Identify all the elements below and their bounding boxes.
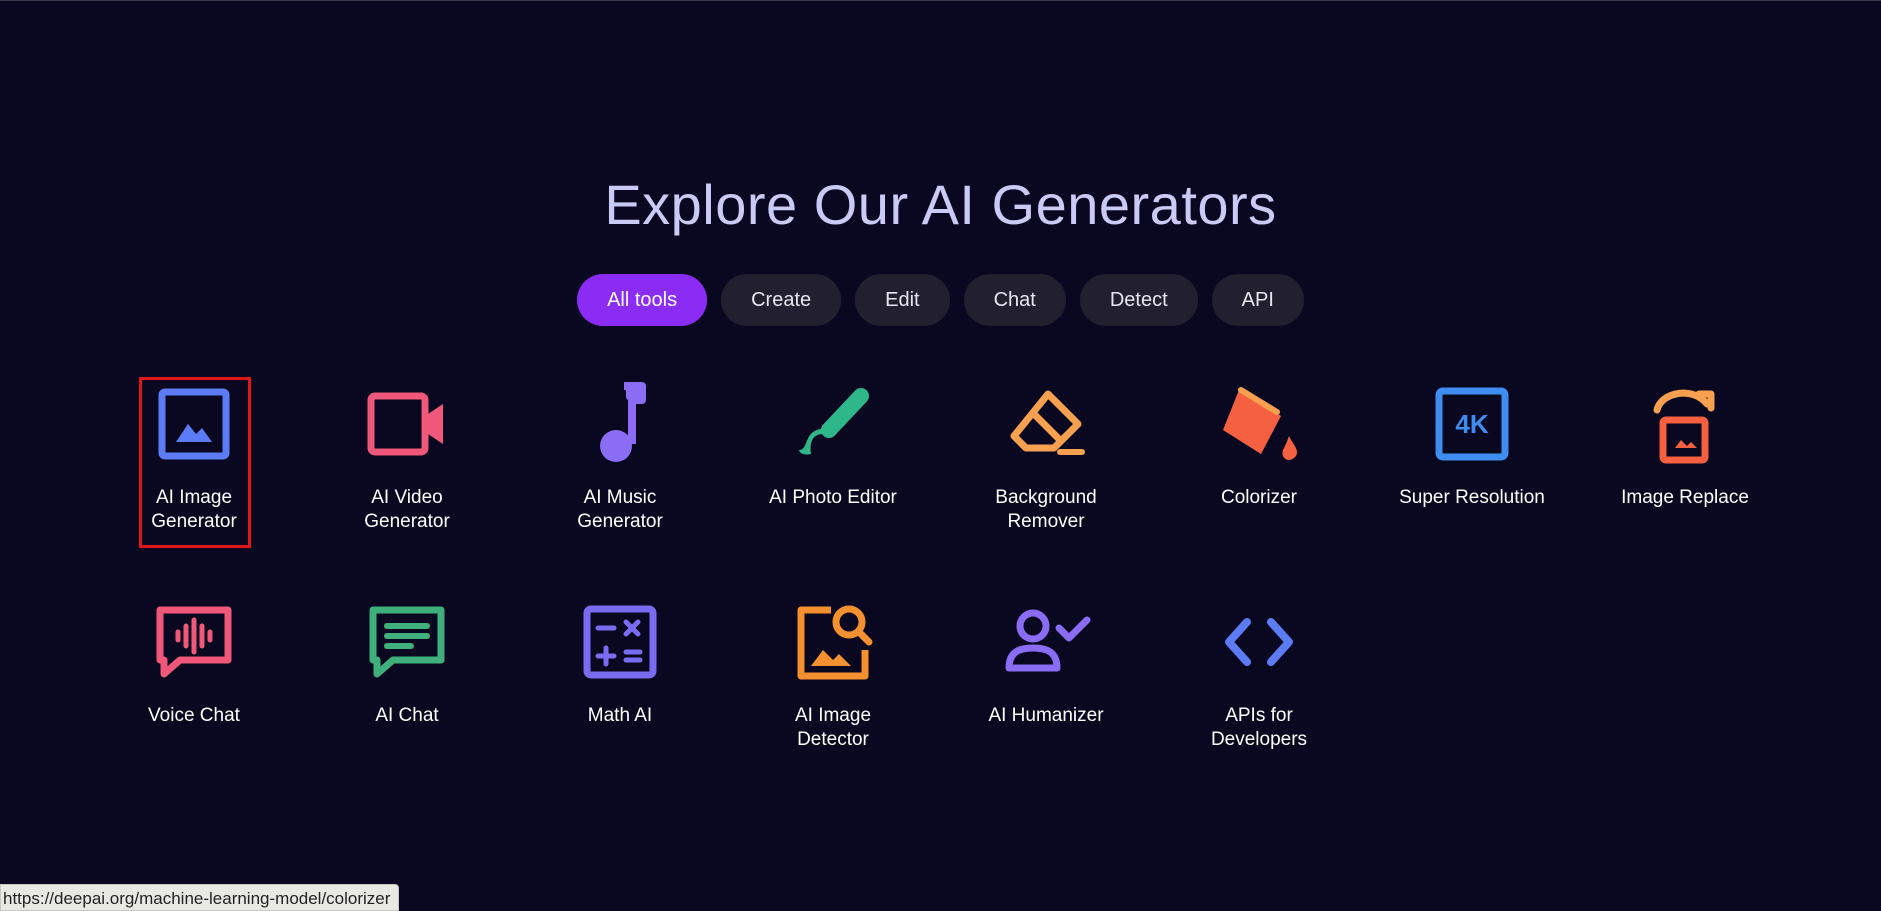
chat-bubble-icon [359,594,455,690]
tool-label: Image Replace [1621,487,1749,508]
calculator-icon [572,594,668,690]
tool-background-remover[interactable]: Background Remover [940,376,1152,534]
tool-label: AI Image Generator [151,487,237,532]
tab-chat[interactable]: Chat [963,274,1066,326]
paintbrush-icon [785,376,881,472]
tool-ai-photo-editor[interactable]: AI Photo Editor [727,376,939,510]
code-icon [1211,594,1307,690]
tool-voice-chat[interactable]: Voice Chat [88,594,300,728]
page-title: Explore Our AI Generators [604,173,1277,236]
tool-label: AI Chat [375,705,439,726]
tool-image-replace[interactable]: Image Replace [1579,376,1791,510]
eraser-icon [998,376,1094,472]
image-search-icon [785,594,881,690]
voice-chat-icon [146,594,242,690]
tool-label: Super Resolution [1399,487,1545,508]
tool-ai-humanizer[interactable]: AI Humanizer [940,594,1152,728]
user-check-icon [998,594,1094,690]
tab-api[interactable]: API [1211,274,1304,326]
tool-ai-image-detector[interactable]: AI Image Detector [727,594,939,752]
tab-edit[interactable]: Edit [855,274,950,326]
svg-text:4K: 4K [1455,409,1488,439]
tab-all-tools[interactable]: All tools [577,274,708,326]
tool-math-ai[interactable]: Math AI [514,594,726,728]
category-tabs: All tools Create Edit Chat Detect API [0,274,1881,326]
tool-ai-chat[interactable]: AI Chat [301,594,513,728]
tool-ai-video-generator[interactable]: AI Video Generator [301,376,513,534]
tool-colorizer[interactable]: Colorizer [1153,376,1365,510]
tool-label: APIs for Developers [1210,705,1308,750]
tool-ai-image-generator[interactable]: AI Image Generator [88,376,300,534]
tool-super-resolution[interactable]: 4K Super Resolution [1366,376,1578,510]
tool-ai-music-generator[interactable]: AI Music Generator [514,376,726,534]
tab-create[interactable]: Create [721,274,842,326]
page: Explore Our AI Generators All tools Crea… [0,0,1881,911]
image-replace-icon [1637,376,1733,472]
tool-label: Math AI [587,705,653,726]
tool-label: AI Photo Editor [769,487,897,508]
music-note-icon [572,376,668,472]
tool-apis-for-developers[interactable]: APIs for Developers [1153,594,1365,752]
paint-bucket-icon [1211,376,1307,472]
tool-label: Voice Chat [148,705,240,726]
status-bar-url: https://deepai.org/machine-learning-mode… [0,884,400,911]
tool-label: Colorizer [1220,487,1298,508]
tab-detect[interactable]: Detect [1079,274,1198,326]
tool-label: AI Music Generator [577,487,663,532]
video-camera-icon [359,376,455,472]
tool-label: Background Remover [995,487,1097,532]
tool-label: AI Humanizer [988,705,1104,726]
tool-label: AI Video Generator [364,487,450,532]
4k-icon: 4K [1424,376,1520,472]
tool-label: AI Image Detector [794,705,872,750]
image-icon [146,376,242,472]
